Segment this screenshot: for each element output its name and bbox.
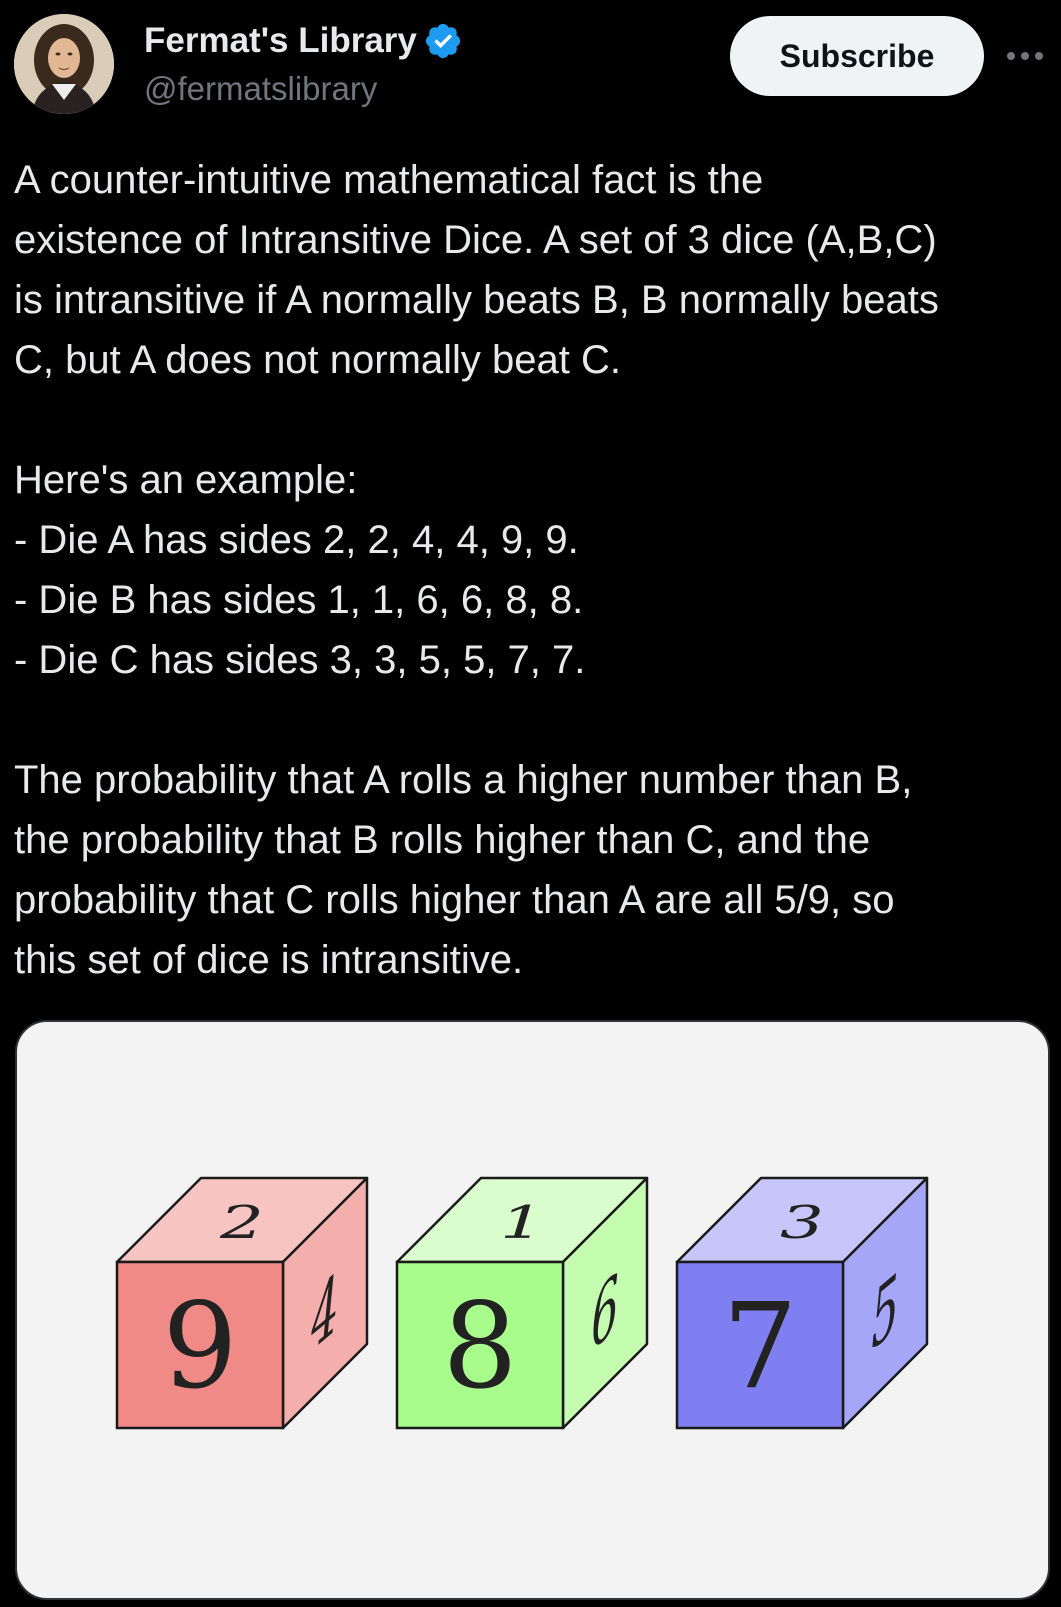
author-display-name[interactable]: Fermat's Library <box>144 21 417 61</box>
tweet-line: A counter-intuitive mathematical fact is… <box>14 158 764 202</box>
tweet-line: The probability that A rolls a higher nu… <box>14 758 913 802</box>
die-front-number: 8 <box>442 1277 517 1415</box>
tweet-line: - Die B has sides 1, 1, 6, 6, 8, 8. <box>14 578 584 622</box>
tweet-line: - Die C has sides 3, 3, 5, 5, 7, 7. <box>14 638 586 682</box>
verified-badge-icon <box>423 21 463 61</box>
die-front-number: 7 <box>722 1277 797 1415</box>
die-top-number: 2 <box>219 1196 264 1249</box>
avatar[interactable] <box>14 14 114 114</box>
author-name-row[interactable]: Fermat's Library <box>144 18 463 64</box>
die-2: 816 <box>395 1176 649 1430</box>
tweet-header: Fermat's Library @fermatslibrary Subscri… <box>0 0 1061 130</box>
tweet-line: existence of Intransitive Dice. A set of… <box>14 218 937 262</box>
tweet-line: C, but A does not normally beat C. <box>14 338 622 382</box>
author-handle[interactable]: @fermatslibrary <box>144 70 377 108</box>
tweet-text: A counter-intuitive mathematical fact is… <box>14 150 1054 990</box>
intransitive-dice-illustration: 924 816 735 <box>115 1176 929 1430</box>
tweet-line: - Die A has sides 2, 2, 4, 4, 9, 9. <box>14 518 579 562</box>
more-horizontal-icon[interactable] <box>1000 38 1050 74</box>
die-3: 735 <box>675 1176 929 1430</box>
die-1: 924 <box>115 1176 369 1430</box>
tweet-media-image[interactable]: 924816735 <box>15 1020 1050 1600</box>
tweet-line: the probability that B rolls higher than… <box>14 818 871 862</box>
die-front-number: 9 <box>162 1277 237 1415</box>
tweet-line: is intransitive if A normally beats B, B… <box>14 278 939 322</box>
tweet-line: probability that C rolls higher than A a… <box>14 878 895 922</box>
die-top-number: 3 <box>780 1196 824 1249</box>
die-top-number: 1 <box>500 1196 544 1249</box>
subscribe-button[interactable]: Subscribe <box>730 16 984 96</box>
tweet-line: Here's an example: <box>14 458 358 502</box>
avatar-portrait-icon <box>14 14 114 114</box>
tweet-line: this set of dice is intransitive. <box>14 938 524 982</box>
